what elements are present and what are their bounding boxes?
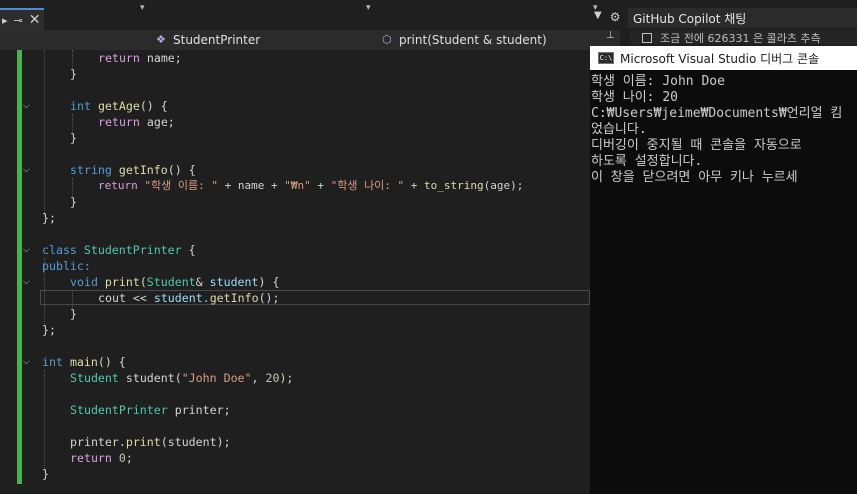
code-line: }; [42, 211, 56, 225]
chevron-down-icon[interactable]: ▾ [593, 3, 598, 13]
console-output-line: 하도록 설정합니다. [591, 154, 703, 169]
console-output-line: 학생 나이: 20 [591, 90, 678, 105]
code-line: } [70, 131, 77, 145]
editor-tab[interactable]: ▸ ⊸ ✕ [0, 8, 44, 30]
console-output-line: 이 창을 닫으려면 아무 키나 누르세 [591, 170, 798, 185]
settings-icon[interactable]: ⚙ [610, 10, 621, 24]
code-line: } [70, 195, 77, 209]
tab-dropdown-icon[interactable]: ▸ [2, 15, 8, 26]
code-line: class StudentPrinter { [42, 243, 196, 257]
code-line: int main() { [42, 355, 126, 369]
code-line: StudentPrinter printer; [70, 403, 231, 417]
copilot-checkbox[interactable] [642, 33, 652, 43]
code-line: return "학생 이름: " + name + "₩n" + "학생 나이:… [98, 179, 524, 192]
change-indicator-bar [17, 50, 22, 484]
code-line: void print(Student& student) { [70, 275, 280, 289]
code-line: } [70, 307, 77, 321]
member-dropdown-label: print(Student & student) [399, 33, 547, 47]
chevron-down-icon[interactable]: ▾ [366, 3, 371, 13]
code-line: return 0; [70, 451, 133, 465]
fold-chevron-icon[interactable]: ⌵ [23, 277, 33, 287]
code-line: int getAge() { [70, 99, 168, 113]
fold-chevron-icon[interactable]: ⌵ [23, 165, 33, 175]
code-line: string getInfo() { [70, 163, 196, 177]
code-line: public: [42, 259, 91, 273]
member-dropdown[interactable]: ⬡ print(Student & student) [382, 30, 547, 50]
console-output-line: 디버깅이 중지될 때 콘솔을 자동으로 [591, 138, 802, 153]
fold-chevron-icon[interactable]: ⌵ [23, 101, 33, 111]
class-icon: ❖ [156, 33, 166, 46]
fold-chevron-icon[interactable]: ⌵ [23, 357, 33, 367]
chevron-down-icon[interactable]: ▾ [140, 3, 145, 13]
close-icon[interactable]: ✕ [29, 13, 41, 27]
tab-strip [0, 0, 620, 34]
fold-chevron-icon[interactable]: ⌵ [23, 245, 33, 255]
console-output-line: 학생 이름: John Doe [591, 74, 725, 89]
class-dropdown-label: StudentPrinter [173, 33, 261, 47]
indent-guide [44, 370, 45, 470]
indent-guide [44, 50, 45, 215]
console-app-icon: C:\ [598, 52, 614, 64]
console-output-line: 었습니다. [591, 122, 647, 137]
code-line: cout << student.getInfo(); [98, 291, 280, 305]
console-title-bar[interactable]: C:\ Microsoft Visual Studio 디버그 콘솔 [590, 46, 857, 70]
code-line: printer.print(student); [70, 435, 231, 449]
code-line: } [70, 67, 77, 81]
code-line: return name; [98, 51, 182, 65]
class-dropdown[interactable]: ❖ StudentPrinter [156, 30, 260, 50]
copilot-message-text: 조금 전에 626331 은 콜라츠 추측 [660, 32, 821, 45]
method-icon: ⬡ [382, 33, 392, 46]
console-output-line: C:₩Users₩jeime₩Documents₩언리얼 킴 [591, 106, 843, 121]
code-line: } [42, 467, 49, 481]
copilot-panel-title[interactable]: GitHub Copilot 채팅 [633, 10, 746, 27]
code-line: Student student("John Doe", 20); [70, 371, 294, 385]
pin-icon[interactable]: ⊥ [606, 30, 615, 41]
code-line: }; [42, 323, 56, 337]
pin-icon[interactable]: ⊸ [14, 15, 23, 26]
console-title: Microsoft Visual Studio 디버그 콘솔 [620, 51, 820, 66]
code-line: return age; [98, 115, 175, 129]
